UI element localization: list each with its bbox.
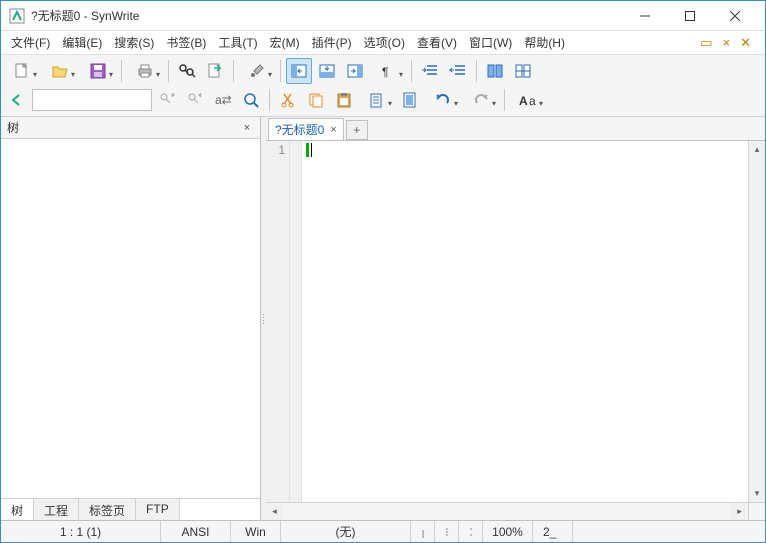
sidebar: 树 × 树 工程 标签页 FTP (1, 117, 261, 520)
main-area: 树 × 树 工程 标签页 FTP ···· ?无标题0 × + 1 (1, 117, 765, 520)
change-marker (306, 143, 309, 157)
syncscroll-button[interactable] (510, 58, 536, 84)
sidebar-tab-project[interactable]: 工程 (34, 499, 79, 520)
tab-label: ?无标题0 (275, 121, 324, 138)
tree-panel[interactable] (1, 139, 260, 498)
minimize-button[interactable] (622, 2, 667, 30)
status-position: 1 : 1 (1) (1, 521, 161, 542)
app-icon (9, 8, 25, 24)
clipboard-button[interactable]: ▾ (359, 87, 395, 113)
sidebar-tab-tabs[interactable]: 标签页 (79, 499, 136, 520)
nonprint-button[interactable]: ¶▾ (370, 58, 406, 84)
find-prev-button[interactable] (182, 87, 208, 113)
svg-text:A: A (519, 94, 528, 108)
scroll-left-icon[interactable]: ◂ (266, 503, 283, 520)
svg-text:¶: ¶ (382, 65, 388, 79)
panel-left-button[interactable] (286, 58, 312, 84)
menu-edit[interactable]: 编辑(E) (56, 31, 108, 54)
horizontal-scrollbar[interactable]: ◂ ▸ (266, 502, 765, 520)
status-tabsize[interactable]: 2_ (533, 521, 573, 542)
menu-macro[interactable]: 宏(M) (264, 31, 306, 54)
menu-tools[interactable]: 工具(T) (212, 31, 263, 54)
scroll-down-icon[interactable]: ▾ (749, 485, 765, 502)
find-next-button[interactable] (154, 87, 180, 113)
editor-tab[interactable]: ?无标题0 × (268, 118, 344, 140)
select-all-button[interactable] (397, 87, 423, 113)
magnify-button[interactable] (238, 87, 264, 113)
sidebar-tab-tree[interactable]: 树 (1, 499, 34, 520)
corner-star-icon[interactable]: ✕ (738, 35, 753, 51)
svg-text:a: a (529, 94, 536, 108)
svg-text:a⇄A: a⇄A (215, 93, 232, 107)
status-sel-icon[interactable] (459, 521, 483, 542)
new-file-button[interactable]: ▾ (4, 58, 40, 84)
unindent-button[interactable] (445, 58, 471, 84)
menu-view[interactable]: 查看(V) (411, 31, 463, 54)
sidebar-title: 树 (7, 119, 240, 136)
editor: ?无标题0 × + 1 ▴ ▾ ◂ ▸ (266, 117, 765, 520)
status-lexer[interactable]: (无) (281, 521, 411, 542)
vertical-scrollbar[interactable]: ▴ ▾ (748, 141, 765, 502)
goto-button[interactable] (202, 58, 228, 84)
copy-button[interactable] (303, 87, 329, 113)
editor-tabs: ?无标题0 × + (266, 117, 765, 141)
panel-right-button[interactable] (342, 58, 368, 84)
line-gutter: 1 (266, 141, 290, 502)
close-button[interactable] (712, 2, 757, 30)
menu-search[interactable]: 搜索(S) (108, 31, 160, 54)
print-button[interactable]: ▾ (127, 58, 163, 84)
status-zoom[interactable]: 100% (483, 521, 533, 542)
line-number: 1 (266, 143, 285, 157)
menu-file[interactable]: 文件(F) (5, 31, 56, 54)
status-eol[interactable]: Win (231, 521, 281, 542)
search-input[interactable] (32, 89, 152, 111)
menu-window[interactable]: 窗口(W) (463, 31, 518, 54)
undo-button[interactable]: ▾ (425, 87, 461, 113)
tab-close-icon[interactable]: × (330, 124, 336, 136)
caret (311, 143, 312, 157)
menu-bookmark[interactable]: 书签(B) (160, 31, 212, 54)
save-file-button[interactable]: ▾ (80, 58, 116, 84)
panel-bottom-button[interactable] (314, 58, 340, 84)
toolbar: ▾ ▾ ▾ ▾ ▾ ¶▾ a⇄A ▾ ▾ ▾ A (1, 55, 765, 117)
open-file-button[interactable]: ▾ (42, 58, 78, 84)
window-title: ?无标题0 - SynWrite (31, 7, 622, 24)
status-spacer (573, 521, 765, 542)
cut-button[interactable] (275, 87, 301, 113)
titlebar: ?无标题0 - SynWrite (1, 1, 765, 31)
scroll-right-icon[interactable]: ▸ (731, 503, 748, 520)
text-area[interactable] (302, 141, 748, 502)
tools-button[interactable]: ▾ (239, 58, 275, 84)
tab-add-button[interactable]: + (346, 120, 368, 140)
status-encoding[interactable]: ANSI (161, 521, 231, 542)
scroll-up-icon[interactable]: ▴ (749, 141, 765, 158)
menu-options[interactable]: 选项(O) (358, 31, 411, 54)
indent-button[interactable] (417, 58, 443, 84)
maximize-button[interactable] (667, 2, 712, 30)
status-lock-icon[interactable] (411, 521, 435, 542)
fold-gutter (290, 141, 302, 502)
sidebar-close-icon[interactable]: × (240, 121, 254, 135)
sidebar-header: 树 × (1, 117, 260, 139)
font-button[interactable]: Aa▾ (510, 87, 546, 113)
menubar: 文件(F) 编辑(E) 搜索(S) 书签(B) 工具(T) 宏(M) 插件(P)… (1, 31, 765, 55)
status-wrap-icon[interactable] (435, 521, 459, 542)
paste-button[interactable] (331, 87, 357, 113)
editor-body: 1 ▴ ▾ (266, 141, 765, 502)
find-button[interactable] (174, 58, 200, 84)
menu-plugin[interactable]: 插件(P) (306, 31, 358, 54)
case-button[interactable]: a⇄A (210, 87, 236, 113)
menu-help[interactable]: 帮助(H) (518, 31, 571, 54)
corner-x-icon[interactable]: × (721, 35, 733, 51)
sidebar-tabs: 树 工程 标签页 FTP (1, 498, 260, 520)
statusbar: 1 : 1 (1) ANSI Win (无) 100% 2_ (1, 520, 765, 542)
sidebar-tab-ftp[interactable]: FTP (136, 499, 180, 520)
back-button[interactable] (4, 87, 30, 113)
syncview-button[interactable] (482, 58, 508, 84)
redo-button[interactable]: ▾ (463, 87, 499, 113)
corner-square-icon[interactable]: ▭ (698, 35, 714, 51)
window-controls (622, 2, 757, 30)
